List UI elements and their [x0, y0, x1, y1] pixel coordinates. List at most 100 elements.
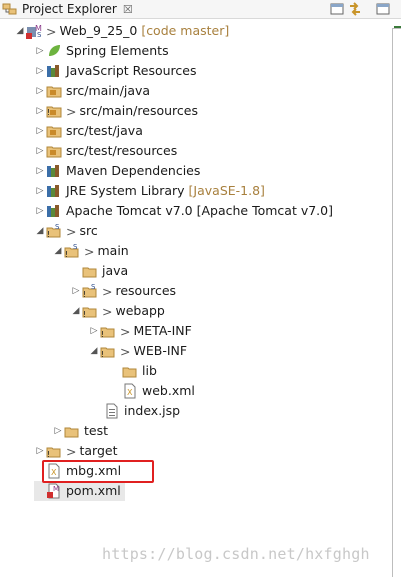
tree-item-pom-xml[interactable]: M pom.xml	[34, 481, 125, 501]
folder-icon: !	[46, 443, 62, 459]
collapsed-arrow-icon[interactable]: ▷	[34, 201, 46, 221]
collapsed-arrow-icon[interactable]: ▷	[52, 421, 64, 441]
jsp-file-icon	[104, 403, 120, 419]
folder-icon: S!	[64, 243, 80, 259]
tree-item-src-main-resources[interactable]: ▷ ! > src/main/resources	[34, 101, 198, 121]
tree-item-project[interactable]: ◢ MS > Web_9_25_0 [code master]	[14, 21, 229, 41]
expanded-arrow-icon[interactable]: ◢	[70, 301, 82, 321]
svg-text:!: !	[83, 310, 86, 319]
tree-item-spring-elements[interactable]: ▷ Spring Elements	[34, 41, 169, 61]
collapsed-arrow-icon[interactable]: ▷	[34, 61, 46, 81]
collapsed-arrow-icon[interactable]: ▷	[34, 81, 46, 101]
tree-item-index-jsp[interactable]: index.jsp	[92, 401, 180, 421]
package-folder-icon: !	[46, 103, 62, 119]
folder-icon: !	[100, 323, 116, 339]
folder-icon	[122, 363, 138, 379]
tree-item-maven-dependencies[interactable]: ▷ Maven Dependencies	[34, 161, 201, 181]
minimize-icon[interactable]	[329, 1, 345, 17]
dirty-marker: >	[46, 23, 57, 39]
project-icon: MS	[26, 23, 42, 39]
tree-item-src-test-java[interactable]: ▷ src/test/java	[34, 121, 143, 141]
tree-label: pom.xml	[66, 483, 121, 498]
dirty-marker: >	[66, 443, 77, 459]
tree-item-lib[interactable]: lib	[110, 361, 157, 381]
tree-item-web-xml[interactable]: X web.xml	[110, 381, 195, 401]
link-editor-icon[interactable]	[347, 1, 363, 17]
folder-icon: S!	[82, 283, 98, 299]
close-icon[interactable]: ☒	[123, 3, 133, 16]
tab-project-explorer[interactable]: Project Explorer ☒	[0, 0, 137, 18]
tree-label: src/test/java	[66, 123, 143, 138]
tree-label: src/main/java	[66, 83, 151, 98]
svg-text:S: S	[91, 283, 96, 291]
dirty-marker: >	[66, 223, 77, 239]
collapsed-arrow-icon[interactable]: ▷	[34, 181, 46, 201]
collapsed-arrow-icon[interactable]: ▷	[34, 101, 46, 121]
editor-area	[392, 28, 401, 577]
tree-label: src/main/resources	[79, 103, 198, 118]
tree-label: web.xml	[142, 383, 195, 398]
tree-item-test[interactable]: ▷ test	[52, 421, 108, 441]
tree-label: Maven Dependencies	[66, 163, 201, 178]
collapsed-arrow-icon[interactable]: ▷	[34, 161, 46, 181]
svg-text:!: !	[47, 230, 50, 239]
dirty-marker: >	[102, 283, 113, 299]
folder-icon	[82, 263, 98, 279]
highlight-box	[42, 460, 154, 483]
tree-item-web-inf[interactable]: ◢ ! > WEB-INF	[88, 341, 188, 361]
tree-label: java	[102, 263, 129, 278]
tree-item-javascript-resources[interactable]: ▷ JavaScript Resources	[34, 61, 197, 81]
expanded-arrow-icon[interactable]: ◢	[88, 341, 100, 361]
tree-label: Spring Elements	[66, 43, 169, 58]
tree-item-src-test-resources[interactable]: ▷ src/test/resources	[34, 141, 178, 161]
branch-decorator: [code master]	[141, 23, 230, 38]
project-explorer-icon	[2, 3, 17, 15]
tree-label: src	[79, 223, 98, 238]
tree-label: META-INF	[133, 323, 192, 338]
folder-icon: !	[100, 343, 116, 359]
jre-decorator: [JavaSE-1.8]	[188, 183, 265, 198]
svg-text:S: S	[73, 243, 78, 251]
tree-label: Apache Tomcat v7.0 [Apache Tomcat v7.0]	[66, 203, 333, 218]
tree-label: index.jsp	[124, 403, 181, 418]
maven-pom-icon: M	[46, 483, 62, 499]
expanded-arrow-icon[interactable]: ◢	[14, 21, 26, 41]
collapsed-arrow-icon[interactable]: ▷	[34, 121, 46, 141]
svg-text:!: !	[83, 290, 86, 299]
library-icon	[46, 63, 62, 79]
expanded-arrow-icon[interactable]: ◢	[52, 241, 64, 261]
collapsed-arrow-icon[interactable]: ▷	[70, 281, 82, 301]
expanded-arrow-icon[interactable]: ◢	[34, 221, 46, 241]
tree-item-src-main-java[interactable]: ▷ src/main/java	[34, 81, 151, 101]
collapsed-arrow-icon[interactable]: ▷	[34, 41, 46, 61]
tree-item-meta-inf[interactable]: ▷ ! > META-INF	[88, 321, 192, 341]
view-menu-icon[interactable]	[375, 1, 391, 17]
collapsed-arrow-icon[interactable]: ▷	[34, 441, 46, 461]
dirty-marker: >	[84, 243, 95, 259]
dirty-marker: >	[120, 343, 131, 359]
tree-label: JRE System Library	[66, 183, 185, 198]
tree-item-target[interactable]: ▷ ! > target	[34, 441, 118, 461]
tree-item-src[interactable]: ◢ S! > src	[34, 221, 98, 241]
svg-text:!: !	[47, 108, 50, 117]
tree-item-jre-system-library[interactable]: ▷ JRE System Library [JavaSE-1.8]	[34, 181, 265, 201]
collapsed-arrow-icon[interactable]: ▷	[34, 141, 46, 161]
tree-label: target	[79, 443, 118, 458]
dirty-marker: >	[102, 303, 113, 319]
folder-icon	[64, 423, 80, 439]
tab-title: Project Explorer	[22, 2, 117, 16]
folder-icon: S!	[46, 223, 62, 239]
svg-text:X: X	[127, 388, 133, 397]
tree-item-apache-tomcat[interactable]: ▷ Apache Tomcat v7.0 [Apache Tomcat v7.0…	[34, 201, 333, 221]
tree-item-webapp[interactable]: ◢ ! > webapp	[70, 301, 165, 321]
tree-label: JavaScript Resources	[66, 63, 197, 78]
tree-item-resources[interactable]: ▷ S! > resources	[70, 281, 177, 301]
svg-text:!: !	[101, 350, 104, 359]
library-icon	[46, 203, 62, 219]
spring-icon	[46, 43, 62, 59]
svg-text:!: !	[47, 450, 50, 459]
collapsed-arrow-icon[interactable]: ▷	[88, 321, 100, 341]
package-folder-icon	[46, 83, 62, 99]
tree-item-main[interactable]: ◢ S! > main	[52, 241, 129, 261]
tree-item-java[interactable]: java	[70, 261, 128, 281]
